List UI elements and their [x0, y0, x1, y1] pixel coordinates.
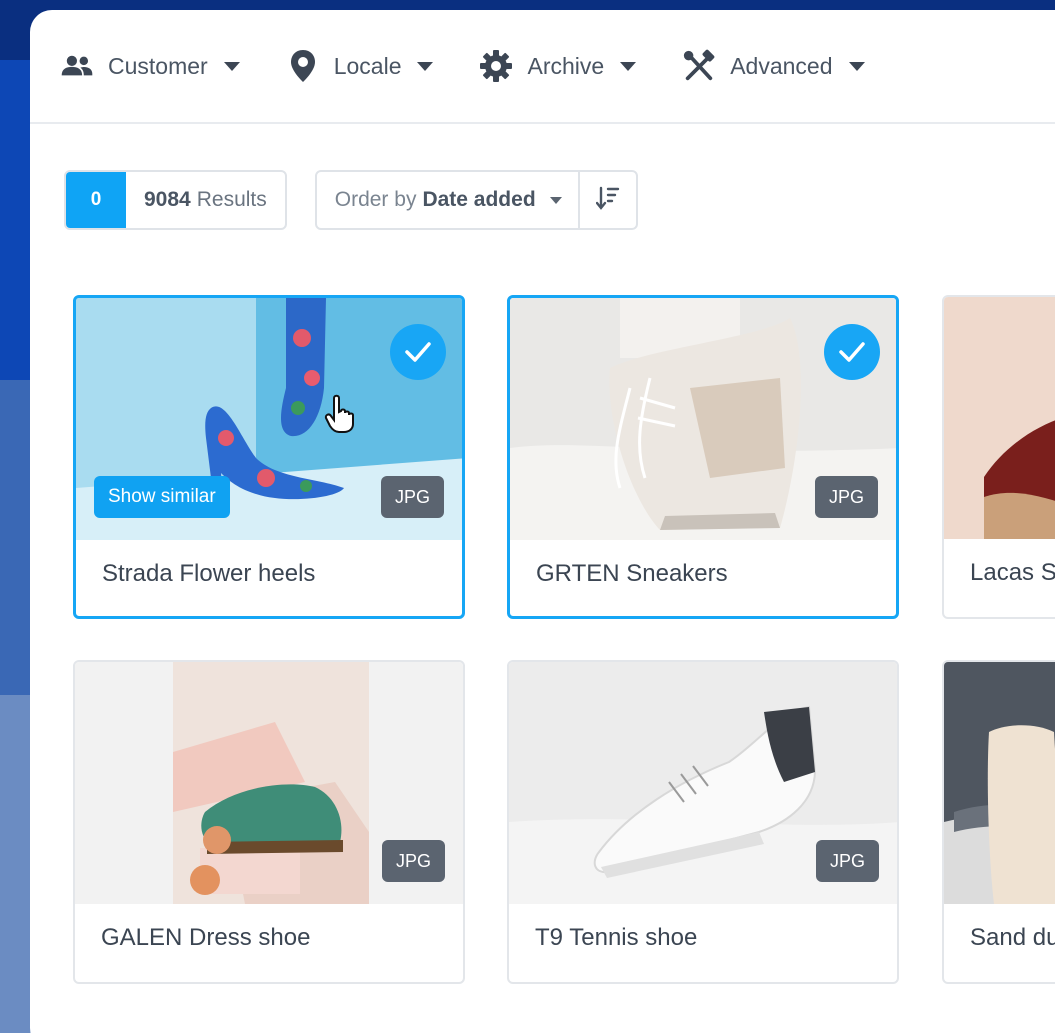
- chevron-down-icon: [848, 61, 865, 71]
- asset-title: GRTEN Sneakers: [536, 560, 728, 587]
- selected-count[interactable]: 0: [66, 172, 126, 228]
- filter-locale[interactable]: Locale: [286, 49, 434, 83]
- selected-check-icon[interactable]: [390, 324, 446, 380]
- results-toolbar: 0 9084 Results Order by Date added: [64, 170, 638, 230]
- file-type-badge: JPG: [814, 476, 878, 518]
- order-value: Date added: [422, 188, 536, 211]
- order-control: Order by Date added: [314, 170, 638, 230]
- sort-descending-icon: [595, 185, 620, 216]
- asset-title: GALEN Dress shoe: [101, 924, 311, 951]
- filter-bar: Customer Locale Archive Advanced: [30, 10, 1055, 124]
- people-icon: [60, 49, 94, 83]
- results-label: Results: [196, 188, 267, 211]
- filter-customer-label: Customer: [108, 52, 208, 79]
- asset-title: T9 Tennis shoe: [535, 924, 698, 951]
- selected-check-icon[interactable]: [824, 324, 880, 380]
- show-similar-button[interactable]: Show similar: [94, 476, 230, 518]
- sort-direction-button[interactable]: [580, 172, 636, 228]
- gear-icon: [479, 49, 513, 83]
- order-prefix: Order by: [334, 188, 417, 211]
- asset-browser-panel: Customer Locale Archive Advanced 0 9084 …: [30, 10, 1055, 1033]
- asset-card[interactable]: JPG GRTEN Sneakers: [507, 295, 899, 619]
- results-number: 9084: [144, 188, 191, 211]
- filter-customer[interactable]: Customer: [60, 49, 240, 83]
- file-type-badge: JPG: [380, 476, 444, 518]
- asset-thumbnail: [944, 297, 1055, 539]
- filter-archive[interactable]: Archive: [479, 49, 637, 83]
- file-type-badge: JPG: [815, 840, 879, 882]
- chevron-down-icon: [223, 61, 240, 71]
- chevron-down-icon: [549, 196, 562, 204]
- hand-cursor-icon: [324, 394, 358, 439]
- asset-title: Strada Flower heels: [102, 560, 316, 587]
- asset-title: Sand du: [970, 924, 1055, 951]
- results-count: 9084 Results: [126, 172, 285, 228]
- chevron-down-icon: [620, 61, 637, 71]
- asset-title: Lacas S: [970, 559, 1055, 586]
- tools-icon: [682, 49, 716, 83]
- asset-card[interactable]: JPG GALEN Dress shoe: [73, 660, 465, 984]
- filter-advanced-label: Advanced: [730, 52, 833, 79]
- asset-thumbnail: [944, 662, 1055, 904]
- filter-archive-label: Archive: [527, 52, 605, 79]
- filter-advanced[interactable]: Advanced: [682, 49, 865, 83]
- order-by-dropdown[interactable]: Order by Date added: [317, 172, 580, 228]
- asset-card[interactable]: Lacas S: [942, 295, 1055, 619]
- selection-counter: 0 9084 Results: [64, 170, 287, 230]
- asset-card[interactable]: Show similar JPG Strada Flower heels: [73, 295, 465, 619]
- asset-card[interactable]: JPG T9 Tennis shoe: [507, 660, 899, 984]
- filter-locale-label: Locale: [333, 52, 402, 79]
- location-pin-icon: [286, 49, 320, 83]
- chevron-down-icon: [417, 61, 434, 71]
- asset-card[interactable]: Sand du: [942, 660, 1055, 984]
- file-type-badge: JPG: [381, 840, 445, 882]
